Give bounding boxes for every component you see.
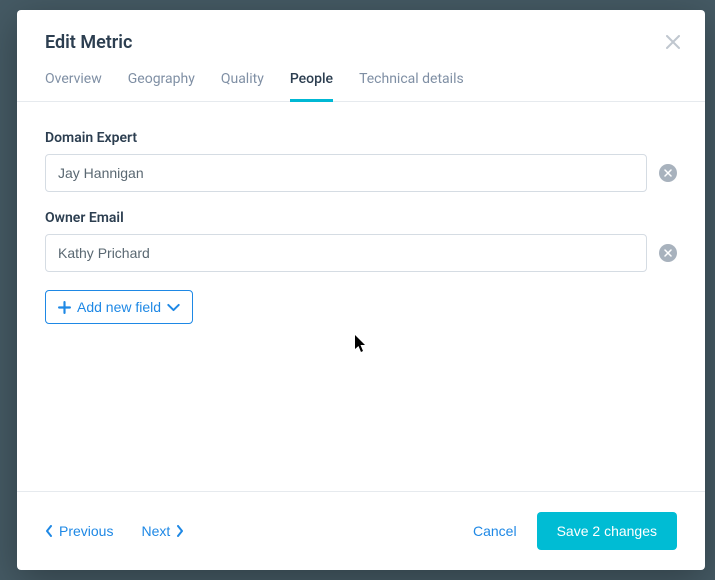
modal-header: Edit Metric [17,10,705,71]
save-button[interactable]: Save 2 changes [537,512,677,550]
chevron-right-icon [176,525,184,537]
tab-overview[interactable]: Overview [45,71,102,101]
remove-field-button[interactable] [659,164,677,182]
tabs: Overview Geography Quality People Techni… [17,71,705,102]
tab-quality[interactable]: Quality [221,71,264,101]
domain-expert-input[interactable] [45,154,647,192]
modal-footer: Previous Next Cancel Save 2 changes [17,491,705,570]
edit-metric-modal: Edit Metric Overview Geography Quality P… [17,10,705,570]
owner-email-input[interactable] [45,234,647,272]
field-row [45,234,677,272]
field-label: Domain Expert [45,130,677,146]
tab-people[interactable]: People [290,71,333,101]
plus-icon [58,301,71,314]
previous-label: Previous [59,523,113,539]
field-row [45,154,677,192]
action-buttons: Cancel Save 2 changes [473,512,677,550]
chevron-down-icon [167,301,180,314]
close-icon [666,35,680,49]
cancel-button[interactable]: Cancel [473,523,517,539]
add-new-field-button[interactable]: Add new field [45,290,193,324]
chevron-left-icon [45,525,53,537]
modal-body: Domain Expert Owner Email Add new field [17,102,705,491]
tab-geography[interactable]: Geography [128,71,195,101]
previous-button[interactable]: Previous [45,523,113,539]
tab-technical-details[interactable]: Technical details [359,71,464,101]
nav-buttons: Previous Next [45,523,184,539]
modal-title: Edit Metric [45,32,677,53]
close-button[interactable] [663,32,683,52]
next-button[interactable]: Next [141,523,184,539]
field-label: Owner Email [45,210,677,226]
field-group-domain-expert: Domain Expert [45,130,677,192]
add-field-label: Add new field [77,299,161,315]
close-icon [664,249,672,257]
remove-field-button[interactable] [659,244,677,262]
close-icon [664,169,672,177]
field-group-owner-email: Owner Email [45,210,677,272]
next-label: Next [141,523,170,539]
